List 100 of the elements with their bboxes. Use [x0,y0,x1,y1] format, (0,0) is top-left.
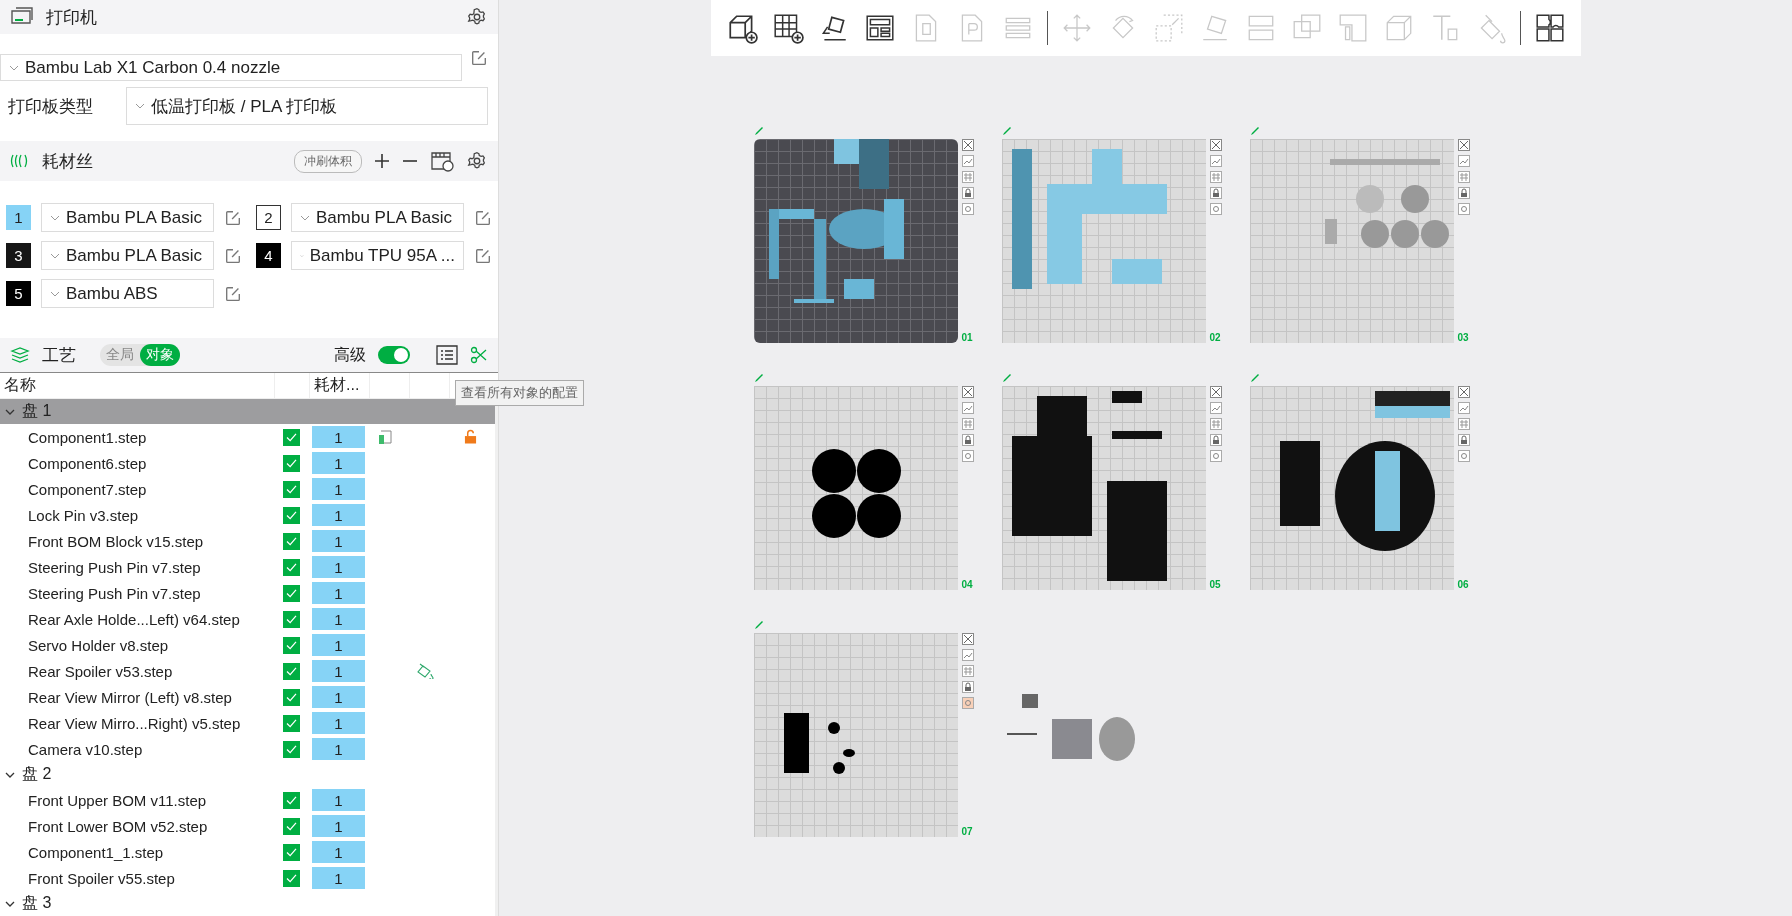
close-icon[interactable] [1457,386,1470,398]
object-name[interactable]: Front Lower BOM v52.step [0,817,275,835]
printer-preset-dropdown[interactable]: Bambu Lab X1 Carbon 0.4 nozzle [0,54,462,81]
filament-cell[interactable]: 1 [312,686,365,708]
build-plate[interactable] [1249,386,1454,590]
filament-dropdown[interactable]: Bambu TPU 95A ... [291,241,464,270]
filament-cell[interactable]: 1 [312,789,365,811]
object-name[interactable]: Steering Push Pin v7.step [0,558,275,576]
advanced-toggle[interactable] [378,346,410,364]
scissors-icon[interactable] [470,346,488,364]
visibility-checkbox[interactable] [283,428,300,446]
object-name[interactable]: Component6.step [0,454,275,472]
filament-cell[interactable]: 1 [312,738,365,760]
object-name[interactable]: Component7.step [0,480,275,498]
picture-icon[interactable] [961,155,974,167]
visibility-checkbox[interactable] [283,636,300,654]
close-icon[interactable] [1209,139,1222,151]
visibility-checkbox[interactable] [283,740,300,758]
picture-icon[interactable] [961,402,974,414]
object-name[interactable]: Front BOM Block v15.step [0,532,275,550]
settings-layer-icon[interactable] [377,429,393,445]
build-plate[interactable] [1001,386,1206,590]
close-icon[interactable] [961,633,974,645]
edit-pencil-icon[interactable] [1249,126,1260,136]
object-name[interactable]: Lock Pin v3.step [0,506,275,524]
paint-bucket-icon[interactable] [416,663,434,679]
object-name[interactable]: Front Spoiler v55.step [0,869,275,887]
filament-cell[interactable]: 1 [312,841,365,863]
padlock-icon[interactable] [961,681,974,693]
close-icon[interactable] [961,139,974,151]
filament-cell[interactable]: 1 [312,556,365,578]
filament-cell[interactable]: 1 [312,867,365,889]
picture-icon[interactable] [961,649,974,661]
filament-sync-icon[interactable] [430,150,454,172]
visibility-checkbox[interactable] [283,610,300,628]
padlock-icon[interactable] [961,187,974,199]
filament-slot-number[interactable]: 2 [256,205,281,230]
visibility-checkbox[interactable] [283,558,300,576]
plus-icon[interactable] [374,153,390,169]
object-name[interactable]: Front Upper BOM v11.step [0,791,275,809]
picture-icon[interactable] [1457,402,1470,414]
edit-icon[interactable] [474,246,492,265]
edit-pencil-icon[interactable] [753,620,764,630]
filament-slot-number[interactable]: 4 [256,243,281,268]
unlocked-padlock-icon[interactable] [463,429,477,445]
picture-icon[interactable] [1457,155,1470,167]
object-name[interactable]: Rear View Mirro...Right) v5.step [0,714,275,732]
object-name[interactable]: Rear Spoiler v53.step [0,662,275,680]
edit-icon[interactable] [224,208,242,227]
filament-slot-number[interactable]: 3 [6,243,31,268]
plate-group-row[interactable]: 盘 1 [0,399,495,424]
padlock-icon[interactable] [1209,187,1222,199]
filament-cell[interactable]: 1 [312,452,365,474]
object-name[interactable]: Servo Holder v8.step [0,636,275,654]
filament-dropdown[interactable]: Bambu PLA Basic [41,241,214,270]
edit-pencil-icon[interactable] [1001,373,1012,383]
list-icon[interactable] [436,345,458,365]
build-plate[interactable] [753,633,958,837]
filament-cell[interactable]: 1 [312,815,365,837]
flush-volume-button[interactable]: 冲刷体积 [294,149,362,173]
edit-icon[interactable] [224,246,242,265]
filament-slot-number[interactable]: 5 [6,281,31,306]
picture-icon[interactable] [1209,402,1222,414]
close-icon[interactable] [961,386,974,398]
filament-cell[interactable]: 1 [312,634,365,656]
picture-icon[interactable] [1209,155,1222,167]
column-header[interactable]: 名称 [0,373,275,398]
plate-type-dropdown[interactable]: 低温打印板 / PLA 打印板 [126,87,488,125]
close-icon[interactable] [1457,139,1470,151]
filament-cell[interactable]: 1 [312,478,365,500]
edit-icon[interactable] [470,48,488,67]
edit-icon[interactable] [224,284,242,303]
edit-pencil-icon[interactable] [1249,373,1260,383]
close-icon[interactable] [1209,386,1222,398]
edit-pencil-icon[interactable] [753,373,764,383]
visibility-checkbox[interactable] [283,817,300,835]
column-header[interactable]: 耗材... [310,373,370,398]
visibility-checkbox[interactable] [283,843,300,861]
filament-dropdown[interactable]: Bambu PLA Basic [41,203,214,232]
filament-cell[interactable]: 1 [312,582,365,604]
filament-slot-number[interactable]: 1 [6,205,31,230]
object-name[interactable]: Steering Push Pin v7.step [0,584,275,602]
padlock-icon[interactable] [1209,434,1222,446]
build-plate[interactable] [753,386,958,590]
visibility-checkbox[interactable] [283,791,300,809]
visibility-checkbox[interactable] [283,688,300,706]
object-name[interactable]: Rear View Mirror (Left) v8.step [0,688,275,706]
plate-group-row[interactable]: 盘 3 [0,891,495,916]
padlock-icon[interactable] [1457,187,1470,199]
visibility-checkbox[interactable] [283,662,300,680]
edit-pencil-icon[interactable] [753,126,764,136]
filament-cell[interactable]: 1 [312,426,365,448]
edit-pencil-icon[interactable] [1001,126,1012,136]
object-name[interactable]: Rear Axle Holde...Left) v64.step [0,610,275,628]
visibility-checkbox[interactable] [283,480,300,498]
padlock-icon[interactable] [961,434,974,446]
visibility-checkbox[interactable] [283,506,300,524]
filament-cell[interactable]: 1 [312,504,365,526]
filament-cell[interactable]: 1 [312,660,365,682]
visibility-checkbox[interactable] [283,714,300,732]
